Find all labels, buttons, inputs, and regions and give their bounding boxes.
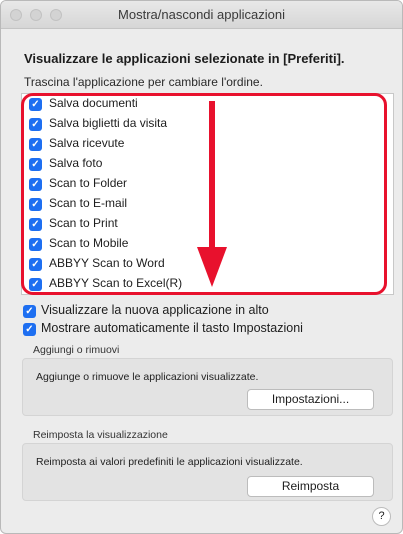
list-item-label: Scan to E-mail	[49, 196, 128, 210]
list-item-label: ABBYY Scan to Excel(R)	[49, 276, 183, 290]
reorder-instruction: Trascina l'applicazione per cambiare l'o…	[24, 75, 263, 89]
list-item[interactable]: ✓ Scan to Print	[22, 214, 393, 234]
checkbox-checked[interactable]: ✓	[29, 118, 42, 131]
checkbox-checked[interactable]: ✓	[29, 278, 42, 291]
add-remove-description: Aggiunge o rimuove le applicazioni visua…	[36, 371, 259, 383]
list-item-label: Scan to Folder	[49, 176, 128, 190]
dialog-window: Mostra/nascondi applicazioni Visualizzar…	[0, 0, 403, 534]
list-item[interactable]: ✓ Salva ricevute	[22, 134, 393, 154]
list-item[interactable]: ✓ Salva foto	[22, 154, 393, 174]
checkbox-checked[interactable]: ✓	[29, 218, 42, 231]
reset-group: Reimposta ai valori predefiniti le appli…	[22, 443, 393, 501]
list-item[interactable]: ✓ Scan to E-mail	[22, 194, 393, 214]
list-item-label: Salva foto	[49, 156, 103, 170]
list-item[interactable]: ✓ Salva biglietti da visita	[22, 114, 393, 134]
list-item-label: Salva documenti	[49, 96, 138, 110]
list-item[interactable]: ✓ Scan to Folder	[22, 174, 393, 194]
down-arrow-icon	[197, 247, 227, 287]
list-item[interactable]: ✓ Salva documenti	[22, 94, 393, 114]
reset-description: Reimposta ai valori predefiniti le appli…	[36, 456, 303, 468]
checkbox-checked[interactable]: ✓	[29, 138, 42, 151]
window-title: Mostra/nascondi applicazioni	[118, 7, 285, 22]
checkbox-checked[interactable]: ✓	[29, 238, 42, 251]
list-item-label: Scan to Print	[49, 216, 118, 230]
reset-button[interactable]: Reimposta	[247, 476, 374, 497]
settings-button[interactable]: Impostazioni...	[247, 389, 374, 410]
add-remove-group-title: Aggiungi o rimuovi	[33, 344, 120, 356]
add-remove-group: Aggiunge o rimuove le applicazioni visua…	[22, 358, 393, 416]
annotation-arrow-shaft	[209, 101, 215, 251]
checkbox-checked[interactable]: ✓	[29, 258, 42, 271]
list-item-label: Scan to Mobile	[49, 236, 129, 250]
checkbox-checked[interactable]: ✓	[29, 178, 42, 191]
checkbox-checked[interactable]: ✓	[29, 198, 42, 211]
reset-group-title: Reimposta la visualizzazione	[33, 429, 168, 441]
option-label: Visualizzare la nuova applicazione in al…	[41, 303, 269, 317]
list-item-label: Salva ricevute	[49, 136, 125, 150]
list-item-label: ABBYY Scan to Word	[49, 256, 165, 270]
list-item-label: Salva biglietti da visita	[49, 116, 168, 130]
checkbox-checked[interactable]: ✓	[29, 158, 42, 171]
title-bar: Mostra/nascondi applicazioni	[1, 1, 402, 29]
help-button[interactable]: ?	[372, 507, 391, 526]
option-label: Mostrare automaticamente il tasto Impost…	[41, 321, 303, 335]
checkbox-checked[interactable]: ✓	[23, 323, 36, 336]
checkbox-checked[interactable]: ✓	[23, 305, 36, 318]
checkbox-checked[interactable]: ✓	[29, 98, 42, 111]
section-heading: Visualizzare le applicazioni selezionate…	[24, 51, 345, 66]
